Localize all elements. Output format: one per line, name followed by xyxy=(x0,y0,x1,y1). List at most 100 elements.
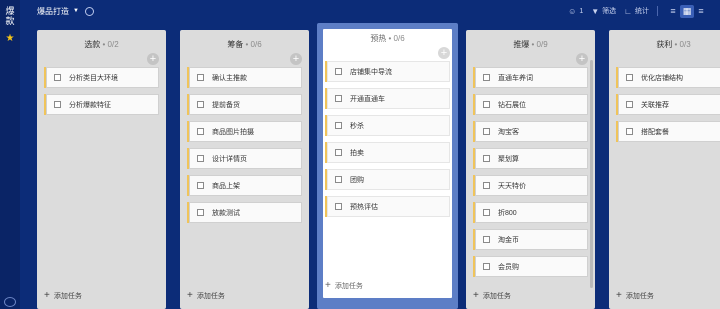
task-checkbox[interactable] xyxy=(54,101,61,108)
task-card[interactable]: 拍卖 xyxy=(325,142,450,163)
task-card[interactable]: 优化店铺结构 xyxy=(616,67,720,88)
task-checkbox[interactable] xyxy=(483,209,490,216)
task-title: 提前备货 xyxy=(212,101,240,109)
add-card-icon[interactable]: + xyxy=(147,53,159,65)
view-switcher: ≡ ▦ ≡ xyxy=(666,4,708,18)
task-card[interactable]: 设计详情页 xyxy=(187,148,302,169)
task-checkbox[interactable] xyxy=(197,182,204,189)
task-checkbox[interactable] xyxy=(626,101,633,108)
task-checkbox[interactable] xyxy=(197,128,204,135)
filter-icon: ▼ xyxy=(591,6,600,16)
task-card[interactable]: 淘宝客 xyxy=(473,121,588,142)
add-task-label: 添加任务 xyxy=(334,283,363,290)
task-card[interactable]: 团购 xyxy=(325,169,450,190)
task-title: 确认主推款 xyxy=(212,74,247,82)
task-card[interactable]: 分析类目大环境 xyxy=(44,67,159,88)
task-title: 会员购 xyxy=(498,263,519,271)
task-checkbox[interactable] xyxy=(483,101,490,108)
task-card[interactable]: 预热评估 xyxy=(325,196,450,217)
board-view-icon[interactable]: ▦ xyxy=(680,4,694,18)
members-button[interactable]: ☺ 1 xyxy=(568,7,583,16)
task-card[interactable]: 会员购 xyxy=(473,256,588,277)
task-card[interactable]: 钻石展位 xyxy=(473,94,588,115)
settings-icon[interactable] xyxy=(84,6,94,16)
task-card[interactable]: 天天特价 xyxy=(473,175,588,196)
column-tuibao: 推爆 • 0/9 + 直通车养词 钻石展位 淘宝客 聚划算 天天特价 折800 … xyxy=(466,30,595,309)
task-checkbox[interactable] xyxy=(483,155,490,162)
task-checkbox[interactable] xyxy=(626,74,633,81)
add-task-label: 添加任务 xyxy=(625,293,654,300)
user-icon: ☺ xyxy=(568,6,577,16)
left-rail: 爆款 ★ xyxy=(0,0,20,309)
task-checkbox[interactable] xyxy=(335,203,342,210)
task-checkbox[interactable] xyxy=(335,95,342,102)
task-checkbox[interactable] xyxy=(335,68,342,75)
column-header: 推爆 • 0/9 xyxy=(466,39,595,50)
task-title: 放款测试 xyxy=(212,209,240,217)
task-title: 搭配套餐 xyxy=(641,128,669,136)
column-scrollbar[interactable] xyxy=(590,60,593,288)
task-card[interactable]: 分析爆款特征 xyxy=(44,94,159,115)
task-checkbox[interactable] xyxy=(626,128,633,135)
column-title: 获利 xyxy=(656,40,673,49)
task-card[interactable]: 聚划算 xyxy=(473,148,588,169)
task-checkbox[interactable] xyxy=(483,236,490,243)
add-task-button[interactable]: + 添加任务 xyxy=(325,281,363,291)
task-title: 淘金币 xyxy=(498,236,519,244)
task-checkbox[interactable] xyxy=(483,182,490,189)
task-title: 商品图片拍摄 xyxy=(212,128,254,136)
stats-button[interactable]: ∟ 统计 xyxy=(624,6,649,16)
task-title: 淘宝客 xyxy=(498,128,519,136)
add-card-icon[interactable]: + xyxy=(438,47,450,59)
add-task-button[interactable]: + 添加任务 xyxy=(473,291,511,301)
task-card[interactable]: 确认主推款 xyxy=(187,67,302,88)
task-checkbox[interactable] xyxy=(483,74,490,81)
project-selector[interactable]: 爆品打造 xyxy=(37,6,69,17)
add-task-label: 添加任务 xyxy=(196,293,225,300)
add-card-icon[interactable]: + xyxy=(290,53,302,65)
plus-icon: + xyxy=(473,290,479,301)
task-checkbox[interactable] xyxy=(54,74,61,81)
task-checkbox[interactable] xyxy=(197,209,204,216)
task-checkbox[interactable] xyxy=(335,176,342,183)
task-card[interactable]: 放款测试 xyxy=(187,202,302,223)
gear-icon[interactable] xyxy=(4,297,16,307)
add-task-button[interactable]: + 添加任务 xyxy=(44,291,82,301)
chevron-down-icon[interactable]: ▼ xyxy=(73,8,79,14)
task-checkbox[interactable] xyxy=(483,128,490,135)
column-count: • 0/2 xyxy=(100,40,119,49)
filter-button[interactable]: ▼ 筛选 xyxy=(591,6,616,16)
task-card[interactable]: 淘金币 xyxy=(473,229,588,250)
task-checkbox[interactable] xyxy=(335,122,342,129)
timeline-view-icon[interactable]: ≡ xyxy=(694,5,708,18)
task-card[interactable]: 店铺集中导流 xyxy=(325,61,450,82)
task-card[interactable]: 商品上架 xyxy=(187,175,302,196)
task-card[interactable]: 搭配套餐 xyxy=(616,121,720,142)
column-title: 选款 xyxy=(84,40,101,49)
task-card[interactable]: 商品图片拍摄 xyxy=(187,121,302,142)
task-card[interactable]: 提前备货 xyxy=(187,94,302,115)
column-count: • 0/9 xyxy=(529,40,548,49)
star-icon[interactable]: ★ xyxy=(6,34,15,44)
task-checkbox[interactable] xyxy=(197,155,204,162)
add-card-icon[interactable]: + xyxy=(576,53,588,65)
plus-icon: + xyxy=(616,290,622,301)
task-title: 关联推荐 xyxy=(641,101,669,109)
task-checkbox[interactable] xyxy=(197,74,204,81)
add-task-button[interactable]: + 添加任务 xyxy=(187,291,225,301)
task-card[interactable]: 折800 xyxy=(473,202,588,223)
task-card[interactable]: 开通直通车 xyxy=(325,88,450,109)
list-view-icon[interactable]: ≡ xyxy=(666,5,680,18)
task-title: 店铺集中导流 xyxy=(350,68,392,76)
top-bar: 爆品打造 ▼ ☺ 1 ▼ 筛选 ∟ 统计 ≡ ▦ ≡ xyxy=(20,0,720,22)
task-card[interactable]: 秒杀 xyxy=(325,115,450,136)
task-checkbox[interactable] xyxy=(483,263,490,270)
column-yure: 预热 • 0/6 + 店铺集中导流 开通直通车 秒杀 拍卖 团购 预热评估 + 添… xyxy=(317,23,458,309)
column-body: 预热 • 0/6 + 店铺集中导流 开通直通车 秒杀 拍卖 团购 预热评估 + 添… xyxy=(323,29,452,298)
task-checkbox[interactable] xyxy=(335,149,342,156)
add-task-button[interactable]: + 添加任务 xyxy=(616,291,654,301)
task-checkbox[interactable] xyxy=(197,101,204,108)
plus-icon: + xyxy=(187,290,193,301)
task-card[interactable]: 关联推荐 xyxy=(616,94,720,115)
task-card[interactable]: 直通车养词 xyxy=(473,67,588,88)
